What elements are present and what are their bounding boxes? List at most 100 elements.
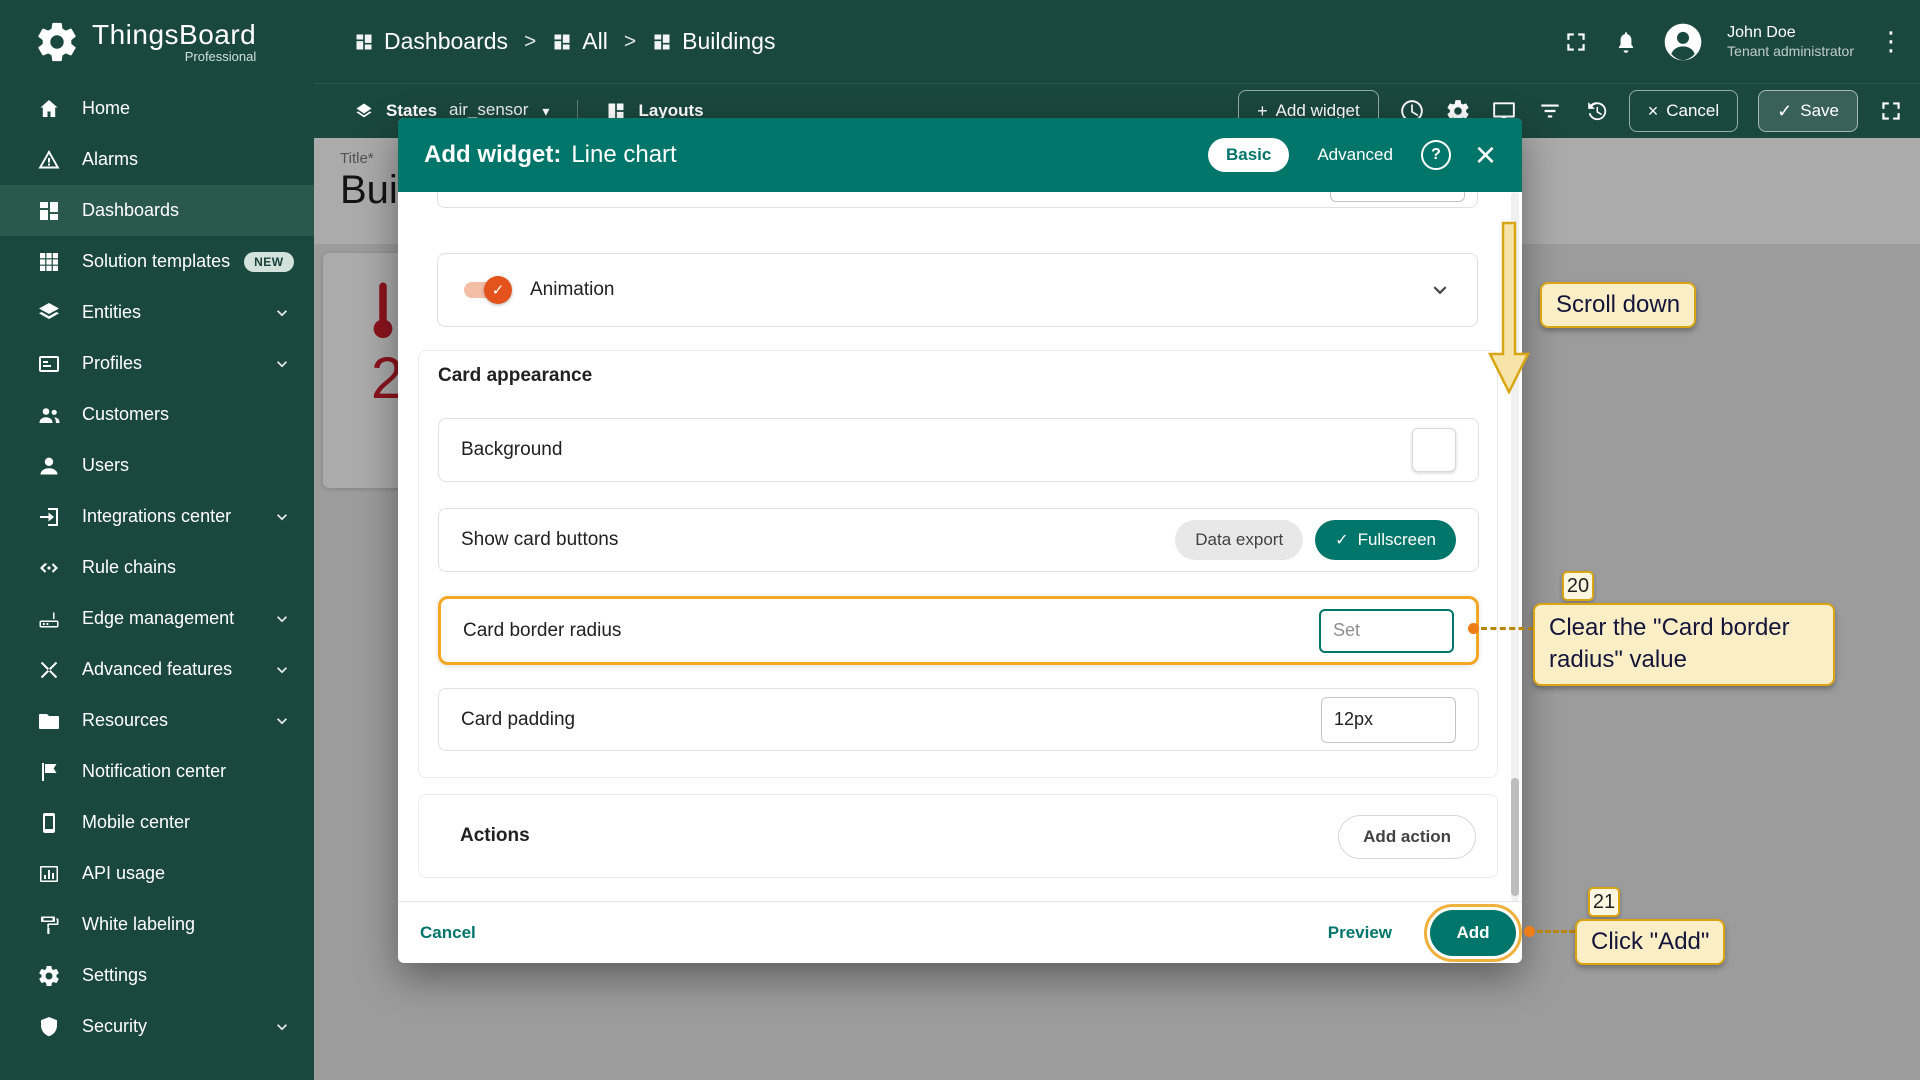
cancel-edit-button[interactable]: × Cancel	[1629, 90, 1738, 132]
sidebar-item-label: Dashboards	[82, 200, 179, 221]
save-label: Save	[1800, 101, 1839, 121]
history-icon[interactable]	[1583, 98, 1609, 124]
dashboards-icon	[552, 32, 572, 52]
sidebar-item-settings[interactable]: Settings	[0, 950, 314, 1001]
animation-toggle[interactable]: ✓	[462, 279, 512, 301]
sidebar-item-security[interactable]: Security	[0, 1001, 314, 1052]
user-block: John Doe Tenant administrator	[1727, 23, 1854, 61]
kebab-menu-icon[interactable]: ⋮	[1878, 26, 1898, 57]
sidebar-item-resources[interactable]: Resources	[0, 695, 314, 746]
background-row: Background	[438, 418, 1479, 482]
sidebar-item-notification-center[interactable]: Notification center	[0, 746, 314, 797]
caret-down-icon[interactable]: ▾	[542, 103, 549, 120]
sidebar-item-advanced-features[interactable]: Advanced features	[0, 644, 314, 695]
sidebar-item-integrations-center[interactable]: Integrations center	[0, 491, 314, 542]
sidebar-item-customers[interactable]: Customers	[0, 389, 314, 440]
show-card-buttons-row: Show card buttons Data export ✓ Fullscre…	[438, 508, 1479, 572]
check-icon: ✓	[1777, 101, 1792, 122]
dialog-footer: Cancel Preview Add	[398, 901, 1522, 963]
actions-panel: Actions Add action	[418, 794, 1498, 878]
connector-line	[1537, 930, 1575, 933]
breadcrumb-buildings[interactable]: Buildings	[652, 28, 775, 55]
breadcrumb-separator: >	[624, 30, 636, 54]
breadcrumb-all[interactable]: All	[552, 28, 608, 55]
help-icon[interactable]: ?	[1421, 140, 1451, 170]
top-bar: ThingsBoard Professional Dashboards > Al…	[0, 0, 1920, 83]
filter-icon[interactable]	[1537, 98, 1563, 124]
scroll-down-annotation: Scroll down	[1540, 282, 1696, 328]
scrolled-out-input[interactable]	[1330, 192, 1465, 202]
close-icon[interactable]: ×	[1475, 140, 1496, 170]
sidebar-item-mobile-center[interactable]: Mobile center	[0, 797, 314, 848]
sidebar-item-rule-chains[interactable]: Rule chains	[0, 542, 314, 593]
chip-data-export[interactable]: Data export	[1175, 520, 1303, 560]
sidebar-item-edge-management[interactable]: Edge management	[0, 593, 314, 644]
chevron-down-icon[interactable]	[1427, 277, 1453, 303]
tab-basic[interactable]: Basic	[1208, 138, 1289, 172]
chip-fullscreen[interactable]: ✓ Fullscreen	[1315, 520, 1456, 560]
sidebar-item-entities[interactable]: Entities	[0, 287, 314, 338]
entities-icon	[37, 301, 61, 325]
dialog-scrollbar-thumb[interactable]	[1511, 778, 1519, 896]
connector-dot	[1468, 623, 1479, 634]
dialog-cancel-link[interactable]: Cancel	[420, 923, 476, 943]
fullscreen-icon[interactable]	[1563, 29, 1589, 55]
dialog-body: ✓ Animation Card appearance Background S…	[398, 192, 1522, 901]
edge-management-icon	[37, 607, 61, 631]
bell-icon[interactable]	[1613, 29, 1639, 55]
card-border-radius-label: Card border radius	[463, 620, 621, 642]
card-border-radius-input[interactable]	[1319, 609, 1454, 653]
settings-icon	[37, 964, 61, 988]
sidebar-item-label: White labeling	[82, 914, 195, 935]
alarms-icon	[37, 148, 61, 172]
expand-icon[interactable]	[1878, 98, 1904, 124]
sidebar-item-label: Solution templates	[82, 251, 230, 272]
sidebar-item-alarms[interactable]: Alarms	[0, 134, 314, 185]
rule-chains-icon	[37, 556, 61, 580]
users-icon	[37, 454, 61, 478]
sidebar-item-label: Home	[82, 98, 130, 119]
add-action-button[interactable]: Add action	[1338, 815, 1476, 859]
card-padding-row: Card padding	[438, 688, 1479, 751]
save-button[interactable]: ✓ Save	[1758, 90, 1858, 132]
show-card-buttons-label: Show card buttons	[461, 529, 618, 551]
tab-advanced[interactable]: Advanced	[1313, 138, 1397, 172]
background-color-picker[interactable]	[1412, 428, 1456, 472]
card-appearance-heading: Card appearance	[438, 365, 592, 387]
sidebar-item-white-labeling[interactable]: White labeling	[0, 899, 314, 950]
user-name: John Doe	[1727, 23, 1854, 43]
card-padding-label: Card padding	[461, 709, 575, 731]
thingsboard-logo[interactable]: ThingsBoard Professional	[0, 19, 314, 65]
breadcrumb-dashboards[interactable]: Dashboards	[354, 28, 508, 55]
close-icon: ×	[1648, 101, 1659, 122]
background-label: Background	[461, 439, 562, 461]
avatar[interactable]	[1663, 22, 1703, 62]
logo-gear-icon	[34, 19, 80, 65]
card-padding-input[interactable]	[1321, 697, 1456, 743]
chevron-down-icon	[272, 711, 292, 731]
sidebar-menu: Home Alarms Dashboards Solution template…	[0, 83, 314, 1080]
sidebar-item-label: Profiles	[82, 353, 142, 374]
breadcrumb: Dashboards > All > Buildings	[354, 28, 775, 55]
chevron-down-icon	[272, 609, 292, 629]
sidebar-item-api-usage[interactable]: API usage	[0, 848, 314, 899]
security-icon	[37, 1015, 61, 1039]
dialog-add-button[interactable]: Add	[1430, 910, 1516, 956]
dialog-preview-link[interactable]: Preview	[1328, 923, 1392, 943]
sidebar-item-profiles[interactable]: Profiles	[0, 338, 314, 389]
cancel-label: Cancel	[1666, 101, 1719, 121]
new-badge: NEW	[244, 252, 294, 272]
animation-row: ✓ Animation	[437, 253, 1478, 327]
sidebar-item-home[interactable]: Home	[0, 83, 314, 134]
user-role: Tenant administrator	[1727, 43, 1854, 61]
white-labeling-icon	[37, 913, 61, 937]
sidebar-item-dashboards[interactable]: Dashboards	[0, 185, 314, 236]
sidebar-item-label: API usage	[82, 863, 165, 884]
animation-label: Animation	[530, 279, 615, 301]
sidebar-item-label: Resources	[82, 710, 168, 731]
sidebar-item-solution-templates[interactable]: Solution templates NEW	[0, 236, 314, 287]
step-21-annotation: Click "Add"	[1575, 919, 1725, 965]
notification-icon	[37, 760, 61, 784]
customers-icon	[37, 403, 61, 427]
sidebar-item-users[interactable]: Users	[0, 440, 314, 491]
